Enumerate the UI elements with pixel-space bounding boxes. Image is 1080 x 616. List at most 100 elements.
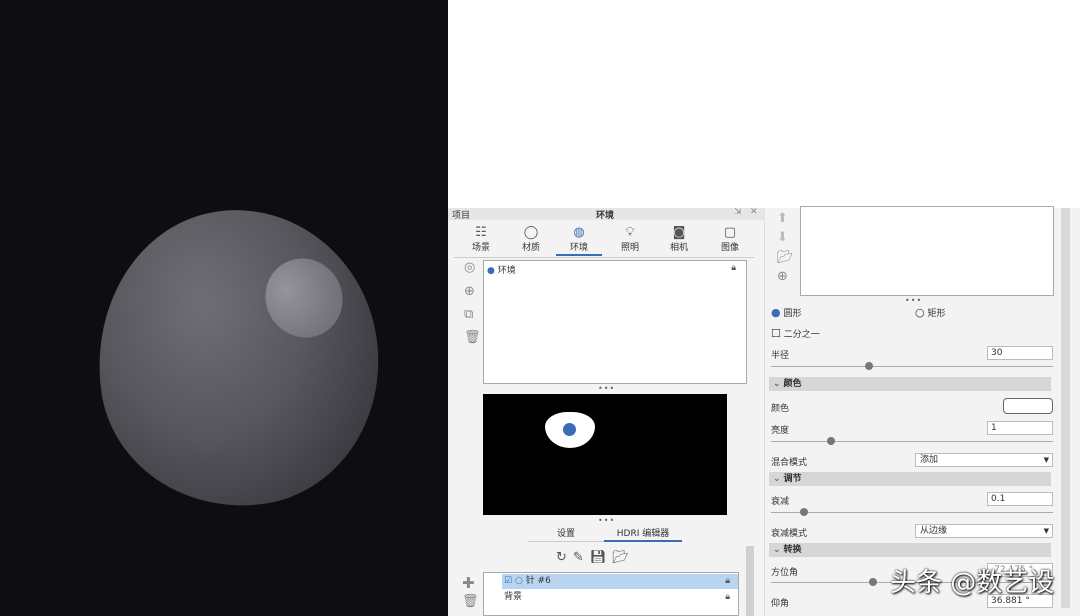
environment-panel: 项目 环境 ⇲ ✕ ☷ 场景 ◯ 材质 ◍ 环境 💡︎ 照明 ◙ 相机 ▢图像 ◎ ⊕ ⧉… (448, 208, 1080, 616)
camera-icon: ◙ (656, 226, 702, 240)
material-icon: ◯ (508, 226, 554, 240)
radio-circle[interactable]: ● 圆形 (771, 306, 802, 319)
light-icon: 💡︎ (607, 226, 653, 240)
tab-label: 环境 (570, 243, 588, 253)
slider-knob[interactable] (865, 362, 873, 370)
tab-label: 材质 (522, 243, 540, 253)
dropdown-arrow-icon: ▼ (1044, 454, 1049, 466)
adjust-section-header[interactable]: ⌄调节 (769, 472, 1051, 486)
lock-icon[interactable]: 🔒︎ (731, 263, 736, 273)
open-folder-icon[interactable]: 📂︎ (612, 550, 635, 565)
render-viewport[interactable] (0, 0, 448, 616)
slider-knob[interactable] (869, 578, 877, 586)
save-icon[interactable]: 💾︎ (590, 550, 613, 565)
resize-handle[interactable]: ••• (598, 516, 615, 525)
scrollbar[interactable] (746, 546, 754, 616)
move-up-icon[interactable]: ⬆ (777, 211, 788, 226)
lock-icon[interactable]: 🔒︎ (725, 574, 730, 589)
radio-selected-icon: ● (771, 306, 781, 319)
circle-shape-icon: ○ (515, 576, 523, 586)
light-center-handle[interactable] (563, 423, 576, 436)
color-swatch[interactable] (1003, 398, 1053, 414)
falloff-slider[interactable] (771, 512, 1053, 513)
checkbox-checked-icon[interactable]: ☑ (504, 576, 512, 586)
list-item-label: 环境 (498, 266, 516, 276)
environment-list: ● 环境 🔒︎ (483, 260, 747, 384)
resize-handle[interactable]: ••• (905, 296, 922, 305)
lock-icon[interactable]: 🔒︎ (725, 590, 730, 605)
add-icon[interactable]: ✚ (462, 574, 475, 592)
hdri-toolbar: ↻✎💾︎📂︎ (556, 550, 635, 565)
checkbox-label: 二分之一 (784, 330, 820, 340)
target-icon[interactable]: ⊕ (777, 269, 788, 284)
tab-environment[interactable]: ◍ 环境 (556, 226, 602, 256)
radio-rectangle[interactable]: ○ 矩形 (915, 306, 946, 319)
color-section-header[interactable]: ⌄颜色 (769, 377, 1051, 391)
add-globe-icon[interactable]: ⊕ (464, 284, 475, 299)
half-checkbox[interactable]: ☐ 二分之一 (771, 327, 820, 340)
trash-icon[interactable]: 🗑︎ (462, 594, 479, 609)
section-title: 颜色 (784, 379, 802, 389)
layer-label: 背景 (504, 592, 522, 602)
scrollbar[interactable] (1061, 208, 1070, 608)
layer-row[interactable]: 背景 🔒︎ (502, 590, 738, 605)
dropdown-arrow-icon: ▼ (1044, 525, 1049, 537)
left-panel: 项目 环境 ⇲ ✕ ☷ 场景 ◯ 材质 ◍ 环境 💡︎ 照明 ◙ 相机 ▢图像 ◎ ⊕ ⧉… (448, 208, 765, 616)
panel-titlebar: 项目 环境 ⇲ ✕ (448, 208, 765, 220)
radius-input[interactable]: 30 (987, 346, 1053, 360)
radius-label: 半径 (771, 348, 789, 361)
globe-icon: ● (487, 266, 495, 276)
divider (454, 257, 754, 258)
brightness-slider[interactable] (771, 441, 1053, 442)
pin-icon[interactable]: ⇲ (734, 207, 742, 217)
layer-row[interactable]: ☑ ○ 针 #6 🔒︎ (502, 574, 738, 589)
panel-title: 环境 (596, 208, 614, 221)
falloff-label: 衰减 (771, 494, 789, 507)
tab-lighting[interactable]: 💡︎ 照明 (607, 226, 653, 253)
subtab-settings[interactable]: 设置 (528, 526, 604, 542)
radio-label: 矩形 (927, 309, 945, 319)
watermark: 头条 @数艺设 (890, 562, 1054, 599)
falloff-input[interactable]: 0.1 (987, 492, 1053, 506)
radius-slider[interactable] (771, 366, 1053, 367)
tab-scene[interactable]: ☷ 场景 (458, 226, 504, 253)
tab-camera[interactable]: ◙ 相机 (656, 226, 702, 253)
slider-knob[interactable] (800, 508, 808, 516)
tab-label: 照明 (621, 243, 639, 253)
tab-label: 相机 (670, 243, 688, 253)
tab-image[interactable]: ▢图像 (707, 226, 753, 253)
subtab-hdri-editor[interactable]: HDRI 编辑器 (604, 526, 682, 542)
move-down-icon[interactable]: ⬇ (777, 230, 788, 245)
refresh-icon[interactable]: ↻ (556, 550, 573, 565)
radio-empty-icon: ○ (915, 306, 925, 319)
subtab-label: HDRI 编辑器 (617, 529, 669, 539)
duplicate-icon[interactable]: ⧉ (464, 307, 473, 322)
falloff-mode-select[interactable]: 从边缘 ▼ (915, 524, 1053, 538)
section-title: 调节 (784, 474, 802, 484)
blend-mode-select[interactable]: 添加▼ (915, 453, 1053, 467)
open-folder-icon[interactable]: 📂︎ (777, 250, 794, 265)
color-label: 颜色 (771, 401, 789, 414)
scene-icon: ☷ (458, 226, 504, 240)
brush-icon[interactable]: ✎ (573, 550, 590, 565)
chevron-down-icon: ⌄ (773, 474, 781, 484)
slider-knob[interactable] (827, 437, 835, 445)
radio-label: 圆形 (783, 309, 801, 319)
trash-icon[interactable]: 🗑︎ (464, 330, 481, 345)
resize-handle[interactable]: ••• (598, 384, 615, 393)
preset-list (800, 206, 1054, 296)
select-value: 从边缘 (920, 526, 947, 536)
hdri-preview[interactable] (483, 394, 727, 515)
globe-icon: ◍ (556, 226, 602, 240)
tab-label: 图像 (721, 243, 739, 253)
chevron-down-icon: ⌄ (773, 379, 781, 389)
brightness-input[interactable]: 1 (987, 421, 1053, 435)
section-title: 转换 (784, 545, 802, 555)
right-panel: ⬆ ⬇ 📂︎ ⊕ ••• ● 圆形 ○ 矩形 ☐ 二分之一 半径 30 ⌄颜色 … (765, 208, 1080, 616)
add-environment-icon[interactable]: ◎ (464, 260, 475, 275)
list-item[interactable]: ● 环境 (487, 263, 516, 276)
tab-label: 场景 (472, 243, 490, 253)
tab-material[interactable]: ◯ 材质 (508, 226, 554, 253)
close-icon[interactable]: ✕ (750, 207, 758, 217)
transform-section-header[interactable]: ⌄转换 (769, 543, 1051, 557)
